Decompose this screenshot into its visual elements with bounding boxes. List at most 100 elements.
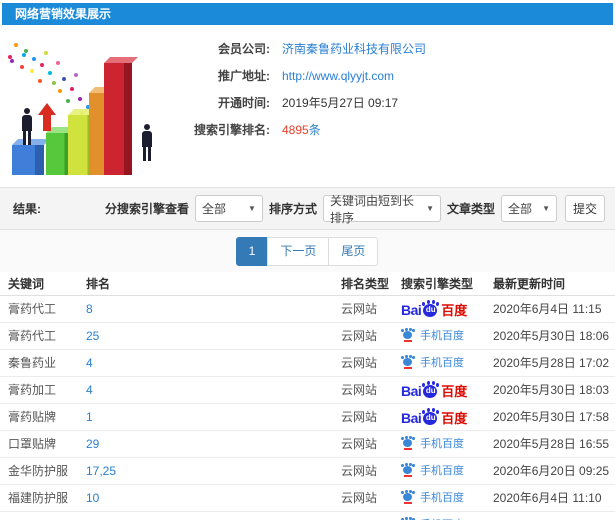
rank-type-cell: 云网站	[333, 376, 393, 404]
table-row: 福建防护服 10 云网站 手机百度 2020年6月4日 11:10	[0, 484, 615, 512]
col-update-time: 最新更新时间	[485, 272, 615, 296]
col-engine-type: 搜索引擎类型	[393, 272, 485, 296]
keyword-cell: 金华防护服	[0, 457, 78, 485]
submit-button[interactable]: 提交	[565, 195, 605, 222]
rank-link[interactable]: 8	[78, 295, 333, 323]
rank-type-cell: 云网站	[333, 484, 393, 512]
table-row: 手机百度	[0, 511, 615, 520]
page-1-button[interactable]: 1	[235, 236, 269, 266]
engine-cell: Bai du 百度	[393, 376, 485, 404]
update-time-cell	[485, 511, 615, 520]
baidu-logo: Bai du 百度	[401, 407, 468, 426]
rank-type-cell	[333, 511, 393, 520]
engine-cell: 手机百度	[393, 349, 485, 377]
rank-link[interactable]: 17,25	[78, 457, 333, 485]
engine-filter-label: 分搜索引擎查看	[104, 202, 189, 216]
keyword-cell: 福建防护服	[0, 484, 78, 512]
update-time-cell: 2020年6月4日 11:15	[485, 295, 615, 323]
member-company-label: 会员公司:	[218, 42, 270, 56]
title-bar: 网络营销效果展示	[2, 3, 613, 25]
businessman-figure-right	[140, 124, 154, 161]
rank-type-cell: 云网站	[333, 430, 393, 458]
table-row: 金华防护服 17,25 云网站 手机百度 2020年6月20日 09:25	[0, 457, 615, 485]
table-row: 膏药加工 4 云网站 Bai du 百度 2020年5月30日 18:03	[0, 376, 615, 404]
chevron-down-icon: ▼	[542, 204, 550, 213]
promo-url-link[interactable]: http://www.qlyyjt.com	[282, 69, 394, 83]
chevron-down-icon: ▼	[426, 204, 434, 213]
baidu-cn-text: 百度	[441, 410, 468, 426]
mobile-baidu-text: 手机百度	[420, 491, 464, 504]
keyword-cell: 膏药贴牌	[0, 403, 78, 431]
article-type-select[interactable]: 全部 ▼	[501, 195, 557, 222]
rank-type-cell: 云网站	[333, 403, 393, 431]
result-label: 结果:	[13, 202, 41, 216]
mobile-baidu-paw-icon	[401, 489, 415, 504]
col-rank-type: 排名类型	[333, 272, 393, 296]
page-title: 网络营销效果展示	[15, 7, 112, 21]
confetti-decoration	[8, 55, 12, 59]
engine-rank-row: 搜索引擎排名: 4895 条	[178, 116, 615, 143]
baidu-bai-text: Bai	[401, 382, 422, 399]
rank-type-cell: 云网站	[333, 295, 393, 323]
mobile-baidu-logo: 手机百度	[401, 489, 464, 505]
sort-select[interactable]: 关键词由短到长排序 ▼	[322, 194, 441, 225]
table-header-row: 关键词 排名 排名类型 搜索引擎类型 最新更新时间	[0, 272, 615, 296]
baidu-logo: Bai du 百度	[401, 380, 467, 399]
rank-link[interactable]: 10	[78, 484, 333, 512]
baidu-logo: Bai du 百度	[401, 299, 467, 318]
article-type-label: 文章类型	[446, 202, 495, 216]
mobile-baidu-logo: 手机百度	[401, 327, 464, 343]
mobile-baidu-text: 手机百度	[420, 516, 464, 520]
update-time-cell: 2020年6月20日 09:25	[485, 457, 615, 485]
update-time-cell: 2020年5月28日 17:02	[485, 349, 615, 377]
rank-link[interactable]: 29	[78, 430, 333, 458]
engine-cell: Bai du 百度	[393, 295, 485, 323]
pagination-section: 1 下一页 尾页	[0, 230, 615, 272]
engine-rank-label: 搜索引擎排名:	[194, 123, 270, 137]
engine-select-value: 全部	[201, 202, 226, 216]
engine-select[interactable]: 全部 ▼	[194, 195, 263, 222]
mobile-baidu-logo: 手机百度	[401, 354, 464, 370]
mobile-baidu-paw-icon	[401, 516, 415, 520]
results-table: 关键词 排名 排名类型 搜索引擎类型 最新更新时间 膏药代工 8 云网站 Bai…	[0, 272, 615, 520]
rank-link[interactable]: 4	[78, 349, 333, 377]
table-row: 膏药贴牌 1 云网站 Bai du 百度 2020年5月30日 17:58	[0, 403, 615, 431]
engine-rank-unit[interactable]: 条	[309, 121, 321, 138]
table-row: 口罩贴牌 29 云网站 手机百度 2020年5月28日 16:55	[0, 430, 615, 458]
update-time-cell: 2020年5月30日 18:06	[485, 322, 615, 350]
baidu-bai-text: Bai	[401, 409, 422, 426]
table-row: 膏药代工 8 云网站 Bai du 百度 2020年6月4日 11:15	[0, 295, 615, 323]
baidu-paw-icon: du	[422, 380, 440, 398]
mobile-baidu-text: 手机百度	[420, 437, 464, 450]
member-company-link[interactable]: 济南秦鲁药业科技有限公司	[282, 40, 426, 57]
engine-cell: 手机百度	[393, 430, 485, 458]
engine-cell: 手机百度	[393, 484, 485, 512]
engine-cell: Bai du 百度	[393, 403, 485, 431]
rank-link[interactable]	[78, 511, 333, 520]
mobile-baidu-logo: 手机百度	[401, 462, 464, 478]
last-page-button[interactable]: 尾页	[328, 236, 379, 266]
company-info-panel: 会员公司: 济南秦鲁药业科技有限公司 推广地址: http://www.qlyy…	[178, 25, 615, 187]
rank-link[interactable]: 1	[78, 403, 333, 431]
keyword-cell: 秦鲁药业	[0, 349, 78, 377]
rank-link[interactable]: 4	[78, 376, 333, 404]
open-time-label: 开通时间:	[218, 96, 270, 110]
next-page-button[interactable]: 下一页	[267, 236, 330, 266]
col-rank: 排名	[78, 272, 333, 296]
pagination: 1 下一页 尾页	[235, 236, 379, 266]
mobile-baidu-text: 手机百度	[420, 329, 464, 342]
table-row: 膏药代工 25 云网站 手机百度 2020年5月30日 18:06	[0, 322, 615, 350]
growth-chart-illustration	[0, 25, 178, 183]
rank-link[interactable]: 25	[78, 322, 333, 350]
baidu-bai-text: Bai	[401, 301, 422, 318]
mobile-baidu-logo: 手机百度	[401, 516, 464, 520]
header-section: 会员公司: 济南秦鲁药业科技有限公司 推广地址: http://www.qlyy…	[0, 25, 615, 187]
engine-rank-count: 4895	[282, 122, 309, 137]
keyword-cell: 膏药加工	[0, 376, 78, 404]
up-arrow-icon	[38, 103, 56, 131]
mobile-baidu-paw-icon	[401, 327, 415, 342]
update-time-cell: 2020年5月30日 18:03	[485, 376, 615, 404]
bar-blue	[12, 145, 44, 175]
rank-type-cell: 云网站	[333, 457, 393, 485]
filter-bar: 结果: 分搜索引擎查看 全部 ▼ 排序方式 关键词由短到长排序 ▼ 文章类型 全…	[0, 187, 615, 230]
